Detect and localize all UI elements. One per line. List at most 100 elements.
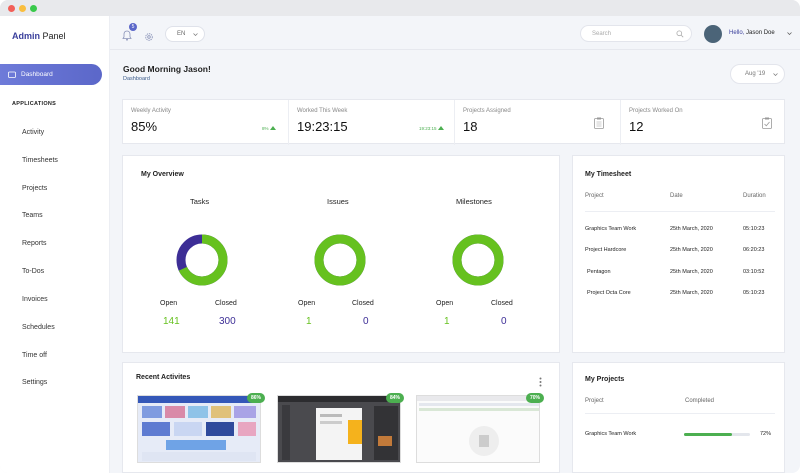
- closed-label: Closed: [491, 300, 513, 307]
- sidebar-item-todos[interactable]: To-Dos: [22, 268, 44, 275]
- progress-track: [684, 433, 750, 436]
- stat-label: Weekly Activity: [131, 108, 171, 114]
- clipboard-check-icon: [762, 117, 772, 129]
- tasks-open-count: 141: [163, 316, 180, 327]
- issues-donut: [314, 234, 366, 286]
- issues-title: Issues: [327, 197, 349, 206]
- language-value: EN: [177, 31, 186, 37]
- language-select[interactable]: EN: [165, 26, 205, 42]
- minimize-window-icon[interactable]: [19, 5, 26, 12]
- topbar: [110, 16, 800, 50]
- table-header-project: Project: [585, 193, 604, 199]
- open-label: Open: [160, 300, 178, 307]
- stat-projects-worked-on: Projects Worked On 12: [621, 100, 786, 145]
- stat-value: 19:23:15: [297, 119, 348, 134]
- table-cell: 05:10:23: [743, 290, 765, 296]
- stat-value: 18: [463, 119, 478, 134]
- home-icon: [8, 71, 16, 78]
- closed-label: Closed: [352, 300, 374, 307]
- progress-percent: 72%: [760, 431, 772, 437]
- close-window-icon[interactable]: [8, 5, 15, 12]
- activity-screenshot[interactable]: [416, 395, 540, 463]
- table-cell: 25th March, 2020: [670, 269, 713, 275]
- milestones-title: Milestones: [456, 197, 492, 206]
- card-title: My Timesheet: [585, 171, 632, 178]
- sidebar-item-activity[interactable]: Activity: [22, 129, 44, 136]
- chevron-down-icon: [193, 32, 199, 36]
- sidebar-item-timesheets[interactable]: Timesheets: [22, 157, 58, 164]
- sidebar-item-invoices[interactable]: Invoices: [22, 296, 48, 303]
- overview-card: My Overview Tasks Open Closed 141 300 Is…: [122, 155, 560, 353]
- milestones-open-count: 1: [444, 316, 450, 327]
- tasks-title: Tasks: [190, 197, 210, 206]
- app-window: Admin Panel Dashboard APPLICATIONS Activ…: [0, 0, 800, 473]
- open-label: Open: [436, 300, 454, 307]
- arrow-up-icon: [437, 126, 444, 130]
- table-cell: Graphics Team Work: [585, 431, 637, 437]
- date-filter-value: Aug '19: [745, 71, 766, 77]
- sidebar-item-dashboard[interactable]: Dashboard: [0, 64, 102, 85]
- notification-badge: 5: [129, 23, 137, 31]
- maximize-window-icon[interactable]: [30, 5, 37, 12]
- search-placeholder: Search: [592, 30, 612, 37]
- sidebar: Admin Panel Dashboard APPLICATIONS Activ…: [0, 16, 110, 473]
- stat-value: 85%: [131, 119, 158, 134]
- open-label: Open: [298, 300, 316, 307]
- table-cell: Graphics Team Work: [585, 226, 637, 232]
- table-header-completed: Completed: [685, 398, 715, 404]
- issues-closed-count: 0: [363, 316, 369, 327]
- progress-fill: [684, 433, 732, 436]
- tasks-donut: [176, 234, 228, 286]
- table-cell: 03:10:52: [743, 269, 765, 275]
- sidebar-item-reports[interactable]: Reports: [22, 240, 47, 247]
- chevron-down-icon[interactable]: [787, 32, 792, 35]
- stat-projects-assigned: Projects Assigned 18: [455, 100, 621, 145]
- activity-percent-badge: 70%: [526, 393, 544, 403]
- table-header-duration: Duration: [743, 193, 766, 199]
- projects-card: My Projects Project Completed Graphics T…: [572, 362, 785, 473]
- table-cell: 25th March, 2020: [670, 290, 713, 296]
- card-title: My Projects: [585, 376, 625, 383]
- window-titlebar: [0, 0, 800, 16]
- activity-screenshot[interactable]: [277, 395, 401, 463]
- sidebar-item-settings[interactable]: Settings: [22, 379, 47, 386]
- table-cell: 25th March, 2020: [670, 226, 713, 232]
- milestones-donut: [452, 234, 504, 286]
- card-title: Recent Activites: [136, 374, 191, 381]
- stats-strip: Weekly Activity 85% 8% Worked This Week …: [122, 99, 786, 145]
- sidebar-item-projects[interactable]: Projects: [22, 185, 47, 192]
- table-cell: Project Octa Core: [587, 290, 631, 296]
- user-name: Jason Doe: [746, 30, 775, 36]
- clipboard-icon: [594, 117, 604, 129]
- stat-value: 12: [629, 119, 644, 134]
- sidebar-item-teams[interactable]: Teams: [22, 212, 43, 219]
- search-icon[interactable]: [676, 30, 684, 38]
- table-cell: Pentagon: [587, 269, 611, 275]
- stat-worked-this-week: Worked This Week 19:23:15 19:23:15: [289, 100, 455, 145]
- donut-closed-arc: [452, 234, 504, 286]
- search-input[interactable]: Search: [580, 25, 692, 42]
- more-options-icon[interactable]: [539, 377, 542, 387]
- chevron-down-icon: [773, 72, 778, 76]
- breadcrumb[interactable]: Dashboard: [123, 76, 150, 82]
- sidebar-item-time-off[interactable]: Time off: [22, 352, 47, 359]
- stat-label: Projects Worked On: [629, 108, 683, 114]
- sidebar-item-schedules[interactable]: Schedules: [22, 324, 55, 331]
- donut-closed-arc: [314, 234, 366, 286]
- date-filter-select[interactable]: Aug '19: [730, 64, 785, 84]
- activity-screenshot[interactable]: [137, 395, 261, 463]
- stat-label: Projects Assigned: [463, 108, 511, 114]
- sidebar-item-label: Dashboard: [21, 71, 53, 78]
- avatar[interactable]: [704, 25, 722, 43]
- tasks-closed-count: 300: [219, 316, 236, 327]
- table-header-project: Project: [585, 398, 604, 404]
- stat-weekly-activity: Weekly Activity 85% 8%: [123, 100, 289, 145]
- closed-label: Closed: [215, 300, 237, 307]
- sidebar-section-label: APPLICATIONS: [12, 101, 57, 107]
- issues-open-count: 1: [306, 316, 312, 327]
- arrow-up-icon: [269, 126, 276, 130]
- user-greeting[interactable]: Hello, Jason Doe: [729, 30, 775, 36]
- table-cell: 25th March, 2020: [670, 247, 713, 253]
- activity-percent-badge: 84%: [386, 393, 404, 403]
- gear-icon[interactable]: [144, 29, 154, 47]
